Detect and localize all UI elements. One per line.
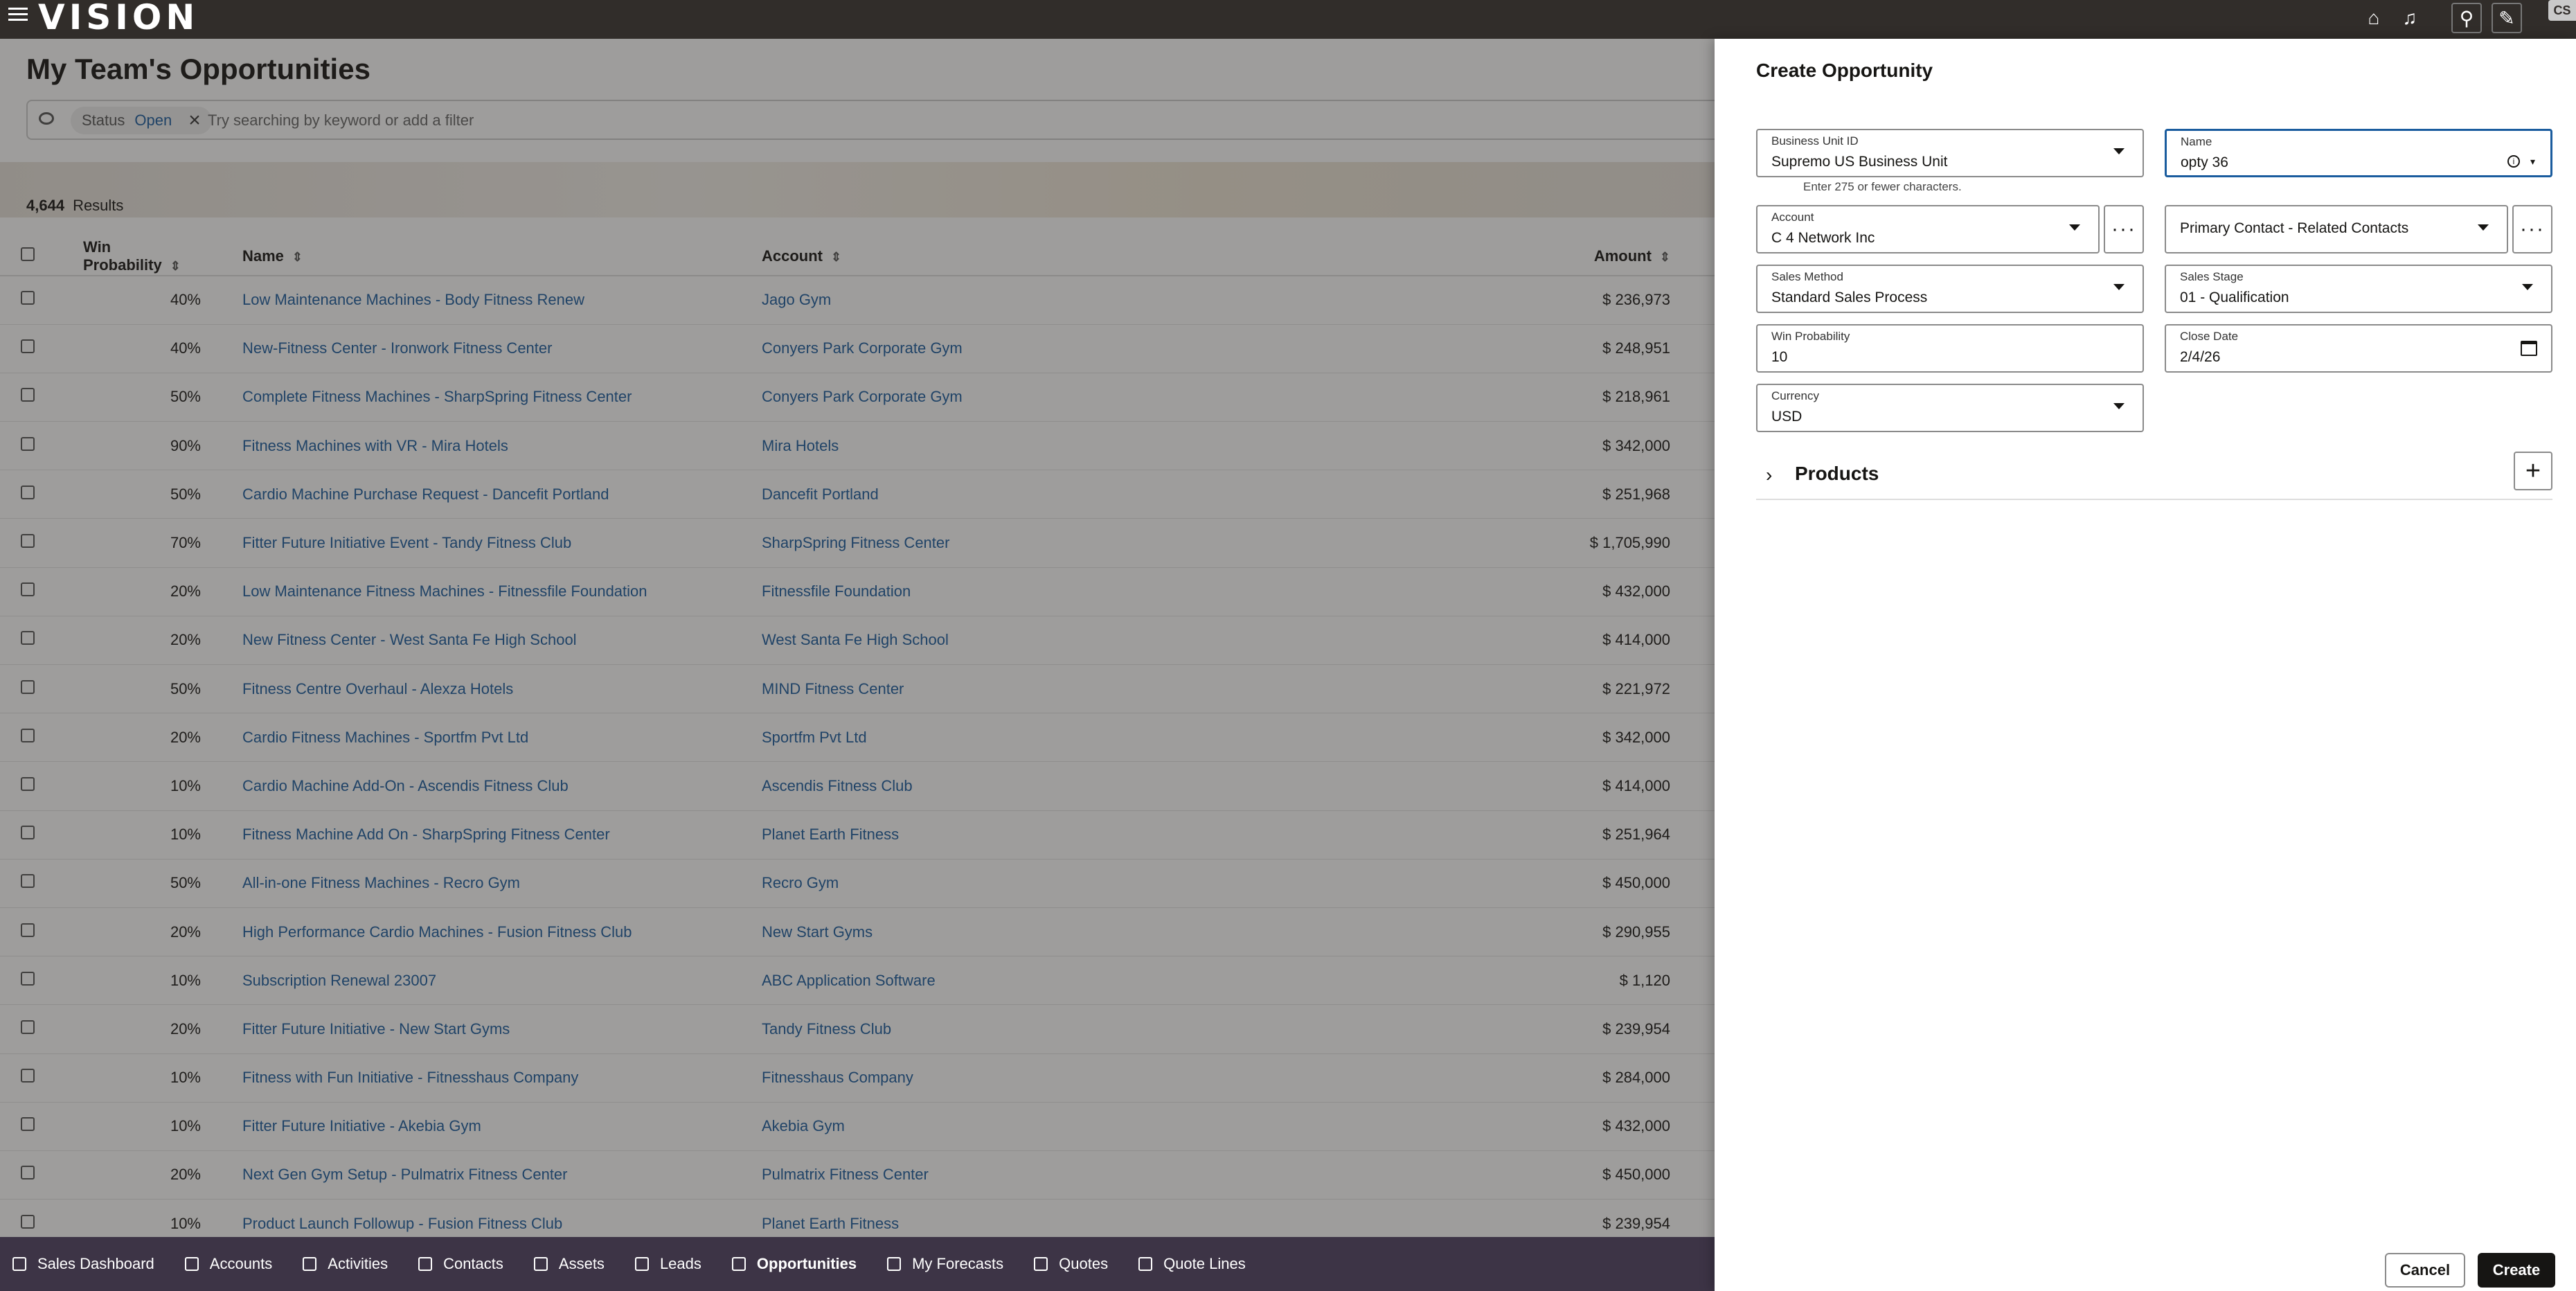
business-unit-select[interactable]: Business Unit ID Supremo US Business Uni… (1756, 129, 2144, 177)
nav-item-my-forecasts[interactable]: My Forecasts (887, 1255, 1003, 1273)
primary-contact-select[interactable]: Primary Contact - Related Contacts (2165, 205, 2508, 253)
name-input[interactable]: Name opty 36 i ▾ (2165, 129, 2552, 177)
nav-label: Contacts (443, 1255, 503, 1272)
nav-item-activities[interactable]: Activities (303, 1255, 388, 1273)
calendar-icon[interactable] (2521, 341, 2537, 356)
field-label: Currency (1771, 389, 1819, 402)
currency-select[interactable]: Currency USD (1756, 384, 2144, 432)
bell-icon[interactable]: ♫ (2395, 3, 2425, 33)
bottom-nav: Sales Dashboard Accounts Activities Contact… (0, 1237, 1715, 1291)
translate-icon[interactable]: i (2507, 155, 2520, 168)
nav-label: Leads (659, 1255, 701, 1272)
field-label: Account (1771, 211, 1814, 224)
field-value: Supremo US Business Unit (1771, 154, 1948, 170)
field-value[interactable]: 10 (1771, 349, 1787, 366)
field-label: Win Probability (1771, 330, 1850, 343)
close-date-input[interactable]: Close Date 2/4/26 (2165, 324, 2552, 373)
add-product-button[interactable]: + (2514, 452, 2552, 490)
field-label: Close Date (2180, 330, 2239, 343)
nav-item-opportunities[interactable]: Opportunities (731, 1255, 857, 1273)
field-value: C 4 Network Inc (1771, 230, 1875, 246)
nav-item-sales-dashboard[interactable]: Sales Dashboard (12, 1255, 154, 1273)
win-probability-input[interactable]: Win Probability 10 (1756, 324, 2144, 373)
nav-item-leads[interactable]: Leads (634, 1255, 701, 1273)
nav-icon (731, 1257, 746, 1271)
chevron-right-icon[interactable]: › (1766, 464, 1772, 486)
field-value: USD (1771, 409, 1803, 425)
drawer-title: Create Opportunity (1756, 60, 1933, 81)
dropdown-arrow-icon (2069, 224, 2080, 231)
dropdown-arrow-icon (2478, 224, 2489, 231)
nav-icon (418, 1257, 433, 1271)
sales-method-select[interactable]: Sales Method Standard Sales Process (1756, 265, 2144, 313)
modal-overlay[interactable] (0, 39, 1715, 1237)
field-value[interactable]: 2/4/26 (2180, 349, 2220, 366)
field-value: Standard Sales Process (1771, 290, 1928, 305)
field-label: Sales Method (1771, 270, 1843, 283)
person-icon[interactable]: ⚲ (2451, 3, 2482, 33)
cancel-button[interactable]: Cancel (2385, 1253, 2465, 1288)
field-label: Business Unit ID (1771, 134, 1859, 148)
app-logo[interactable]: VISION (38, 0, 199, 37)
nav-item-accounts[interactable]: Accounts (184, 1255, 273, 1273)
nav-label: Accounts (209, 1255, 273, 1272)
create-button[interactable]: Create (2478, 1253, 2555, 1288)
name-hint: Enter 275 or fewer characters. (1803, 180, 1962, 193)
nav-icon (1034, 1257, 1048, 1271)
nav-item-quote-lines[interactable]: Quote Lines (1138, 1255, 1246, 1273)
nav-item-assets[interactable]: Assets (533, 1255, 605, 1273)
avatar[interactable]: CS (2548, 0, 2576, 21)
nav-icon (887, 1257, 902, 1271)
nav-icon (1138, 1257, 1153, 1271)
nav-label: Quote Lines (1163, 1255, 1246, 1272)
tools-icon[interactable]: ✎ (2492, 3, 2522, 33)
field-label: Name (2181, 135, 2212, 148)
nav-icon (533, 1257, 548, 1271)
field-value[interactable]: opty 36 (2181, 154, 2228, 171)
menu-icon[interactable] (8, 4, 28, 24)
nav-icon (303, 1257, 317, 1271)
nav-icon (12, 1257, 26, 1271)
nav-item-quotes[interactable]: Quotes (1034, 1255, 1108, 1273)
sales-stage-select[interactable]: Sales Stage 01 - Qualification (2165, 265, 2552, 313)
dropdown-arrow-icon (2113, 148, 2125, 154)
nav-label: Sales Dashboard (37, 1255, 154, 1272)
products-section: › Products + (1756, 450, 2552, 500)
products-title[interactable]: Products (1795, 463, 1879, 485)
account-select[interactable]: Account C 4 Network Inc (1756, 205, 2100, 253)
field-label: Sales Stage (2180, 270, 2244, 283)
nav-icon (184, 1257, 199, 1271)
nav-label: Quotes (1059, 1255, 1109, 1272)
primary-contact-more-button[interactable]: ··· (2512, 205, 2552, 253)
nav-icon (634, 1257, 649, 1271)
field-value: 01 - Qualification (2180, 290, 2289, 305)
nav-label: Activities (328, 1255, 388, 1272)
dropdown-arrow-icon (2113, 284, 2125, 290)
nav-item-contacts[interactable]: Contacts (418, 1255, 503, 1273)
account-more-button[interactable]: ··· (2104, 205, 2144, 253)
dropdown-arrow-icon (2113, 403, 2125, 409)
chevron-down-icon[interactable]: ▾ (2530, 156, 2535, 168)
dropdown-arrow-icon (2522, 284, 2533, 290)
nav-label: Opportunities (756, 1255, 857, 1272)
home-icon[interactable]: ⌂ (2359, 3, 2389, 33)
field-value: Primary Contact - Related Contacts (2180, 220, 2409, 236)
nav-label: My Forecasts (912, 1255, 1004, 1272)
nav-label: Assets (558, 1255, 605, 1272)
top-bar: VISION ⌂ ♫ ⚲ ✎ CS (0, 0, 2576, 39)
